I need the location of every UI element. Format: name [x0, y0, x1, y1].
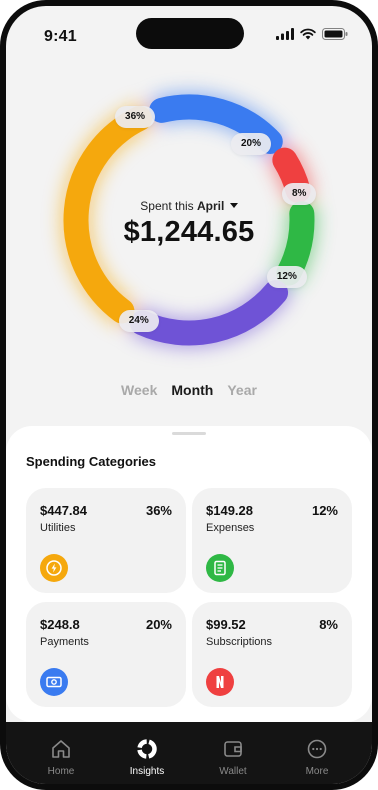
donut-percent-badge: 20%	[230, 133, 271, 156]
category-label: Payments	[40, 636, 89, 648]
category-card-payments[interactable]: $248.8 20% Payments	[26, 602, 186, 707]
month-label: April	[197, 199, 225, 213]
category-percent: 20%	[145, 617, 172, 632]
category-card-utilities[interactable]: $447.84 36% Utilities	[26, 488, 186, 593]
sheet-handle[interactable]	[172, 432, 206, 435]
tab-insights[interactable]: Insights	[112, 736, 182, 777]
caret-down-icon	[229, 203, 238, 208]
bolt-icon	[40, 554, 68, 582]
donut-percent-badge: 8%	[282, 183, 317, 206]
tab-home[interactable]: Home	[26, 736, 96, 777]
category-percent: 36%	[145, 503, 172, 518]
category-amount: $99.52	[206, 617, 246, 632]
more-icon	[307, 739, 327, 759]
category-label: Subscriptions	[206, 636, 273, 648]
insights-donut-icon	[137, 739, 157, 759]
bottom-tab-bar: Home Insights Wallet More	[6, 722, 372, 784]
category-card-expenses[interactable]: $149.28 12% Expenses	[192, 488, 352, 593]
wallet-icon	[224, 741, 242, 757]
phone-frame: 9:41 Spent this April $1,244.65 20% 8% 1…	[0, 0, 378, 790]
tab-label: Wallet	[219, 766, 247, 777]
spent-prefix: Spent this	[140, 199, 194, 213]
category-amount: $447.84	[40, 503, 87, 518]
total-spent-amount: $1,244.65	[123, 216, 255, 248]
tab-label: More	[305, 766, 329, 777]
donut-percent-badge: 12%	[266, 265, 307, 288]
period-year[interactable]: Year	[227, 382, 257, 398]
tab-label: Insights	[129, 766, 165, 777]
period-month[interactable]: Month	[171, 382, 213, 398]
category-card-subscriptions[interactable]: $99.52 8% Subscriptions	[192, 602, 352, 707]
category-label: Utilities	[40, 522, 76, 534]
period-tabs: Week Month Year	[6, 382, 372, 398]
donut-percent-badge: 36%	[115, 105, 156, 128]
home-icon	[52, 740, 70, 758]
netflix-icon	[206, 668, 234, 696]
section-title: Spending Categories	[26, 454, 157, 469]
spent-period-selector[interactable]: Spent this April	[6, 199, 372, 213]
category-amount: $149.28	[206, 503, 253, 518]
category-label: Expenses	[206, 522, 255, 534]
receipt-icon	[206, 554, 234, 582]
tab-label: Home	[47, 766, 75, 777]
tab-wallet[interactable]: Wallet	[198, 736, 268, 777]
period-week[interactable]: Week	[121, 382, 157, 398]
spending-donut-chart	[60, 91, 318, 349]
tab-more[interactable]: More	[282, 736, 352, 777]
category-percent: 12%	[311, 503, 338, 518]
donut-percent-badge: 24%	[118, 310, 159, 333]
app-screen: 9:41 Spent this April $1,244.65 20% 8% 1…	[6, 6, 372, 784]
category-percent: 8%	[319, 617, 338, 632]
category-amount: $248.8	[40, 617, 80, 632]
spending-categories-sheet: Spending Categories $447.84 36% Utilitie…	[6, 426, 372, 722]
cash-icon	[40, 668, 68, 696]
